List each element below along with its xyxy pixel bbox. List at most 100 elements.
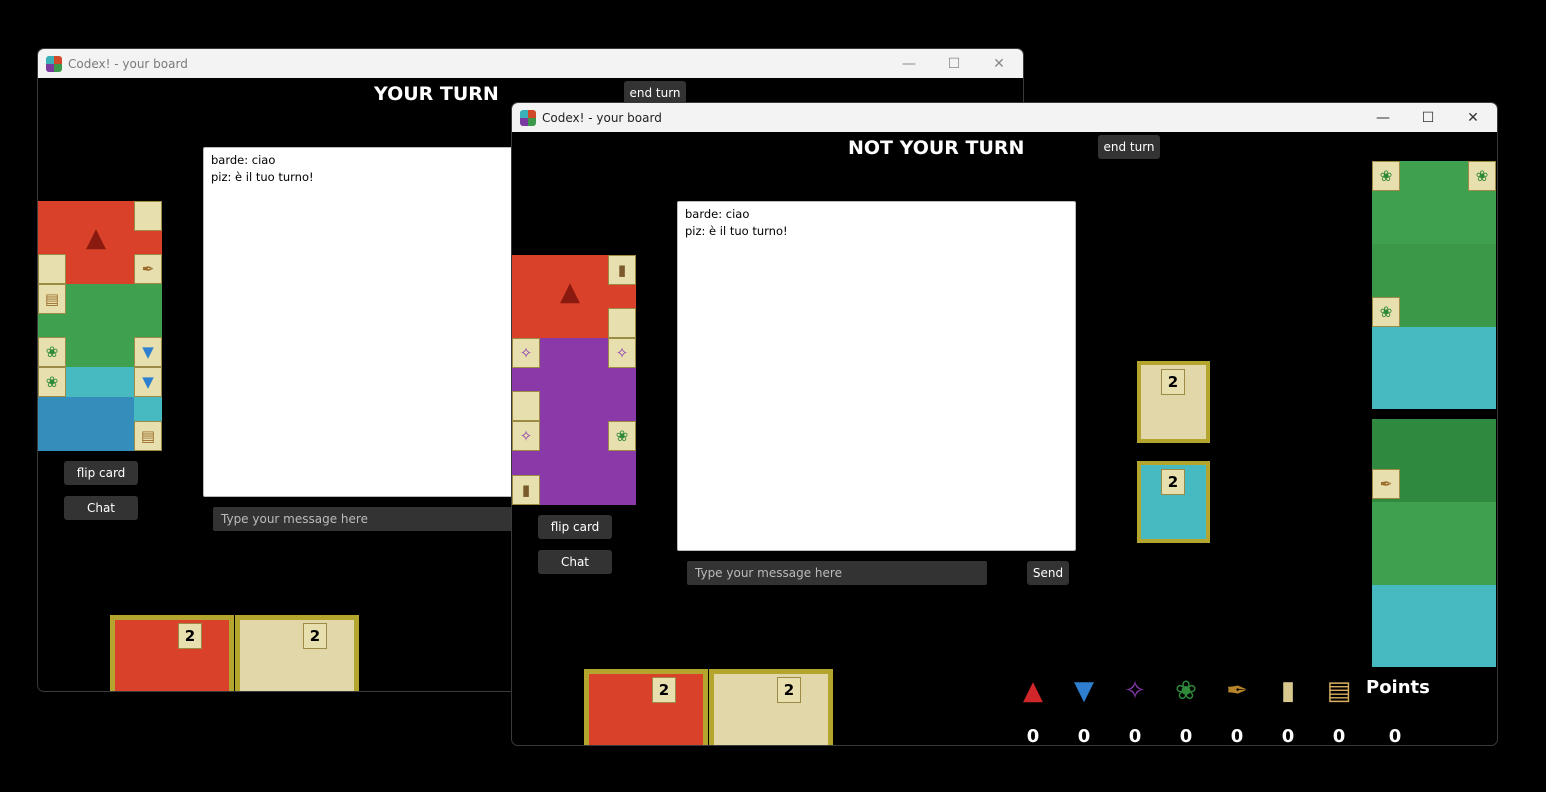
points-badge: 2 [1161,369,1185,395]
deck-card-plant [1372,502,1496,585]
wolf-icon: ▼ [134,367,162,397]
leaf-icon: ❀ [38,337,66,367]
butterfly-icon: ✧ [1124,676,1146,706]
app-icon [46,55,62,72]
inkwell-icon: ▮ [1280,676,1296,706]
points-badge: 2 [1161,469,1185,495]
card-corner [38,254,66,284]
title-bar[interactable]: Codex! - your board — ☐ ✕ [38,49,1023,78]
deck-card-animal [1372,585,1496,667]
chat-message: barde: ciao [685,207,750,221]
leaf-icon: ❀ [1372,161,1400,191]
resource-wolf: ▼ 0 [1064,676,1104,747]
chat-log: barde: ciao piz: è il tuo turno! [203,147,523,497]
maximize-icon[interactable]: ☐ [931,49,977,78]
card-art [38,397,134,451]
card-corner [134,201,162,231]
close-icon[interactable]: ✕ [1450,103,1496,132]
scroll-icon: ▤ [38,284,66,314]
quill-icon: ✒ [1226,676,1248,706]
window-title: Codex! - your board [68,56,188,71]
card-art [240,620,354,691]
window-title: Codex! - your board [542,110,662,125]
turn-label: NOT YOUR TURN [848,137,1025,159]
resource-value: 0 [1281,726,1295,747]
minimize-icon[interactable]: — [886,49,932,78]
card-art [115,620,229,691]
placed-card-insect[interactable]: ✧ ✧ [512,338,636,421]
resource-mushroom: ▲ 0 [1013,676,1053,747]
butterfly-icon: ✧ [512,338,540,368]
app-icon [520,109,536,126]
card-corner [608,308,636,338]
resource-butterfly: ✧ 0 [1115,676,1155,747]
hand-card[interactable]: 2 [709,669,833,745]
resource-value: 0 [1230,726,1244,747]
close-icon[interactable]: ✕ [976,49,1022,78]
front-window: Codex! - your board — ☐ ✕ NOT YOUR TURN … [511,102,1498,746]
placed-card-fungi[interactable]: ✒ ▲ [38,201,162,284]
placed-card-fungi[interactable]: ▮ ▲ [512,255,636,338]
resource-value: 0 [1026,726,1040,747]
deck-card-animal [1372,327,1496,409]
points-badge: 2 [178,623,202,649]
leaf-icon: ❀ [38,367,66,397]
send-button[interactable]: Send [1027,561,1069,585]
hand-card[interactable]: 2 [235,615,359,691]
card-corner [512,391,540,421]
inkwell-icon: ▮ [608,255,636,285]
chat-message: piz: è il tuo turno! [211,170,314,184]
chat-log: barde: ciao piz: è il tuo turno! [677,201,1076,551]
chat-button[interactable]: Chat [64,496,138,520]
placed-card-plant[interactable]: ▤ ❀ ▼ [38,284,162,367]
butterfly-icon: ✧ [608,338,636,368]
chat-button[interactable]: Chat [538,550,612,574]
objective-card[interactable]: 2 [1137,361,1210,443]
leaf-icon: ❀ [1468,161,1496,191]
mushroom-icon: ▲ [1023,676,1043,706]
flip-card-button[interactable]: flip card [64,461,138,485]
resource-deck[interactable]: ❀ ❀ ❀ [1372,161,1496,409]
card-art [589,674,703,745]
resource-leaf: ❀ 0 [1166,676,1206,747]
maximize-icon[interactable]: ☐ [1405,103,1451,132]
resource-inkwell: ▮ 0 [1268,676,1308,747]
mushroom-icon: ▲ [560,277,580,307]
wolf-icon: ▼ [134,337,162,367]
leaf-icon: ❀ [1372,297,1400,327]
points-badge: 2 [652,677,676,703]
chat-input[interactable]: Type your message here [213,507,513,531]
chat-input[interactable]: Type your message here [687,561,987,585]
minimize-icon[interactable]: — [1360,103,1406,132]
resource-value: 0 [1128,726,1142,747]
scroll-icon: ▤ [1326,676,1352,706]
gold-deck[interactable]: ✒ [1372,419,1496,667]
resource-value: 0 [1332,726,1346,747]
title-bar[interactable]: Codex! - your board — ☐ ✕ [512,103,1497,132]
hand-card[interactable]: 2 [110,615,234,691]
resource-value: 0 [1077,726,1091,747]
resource-quill: ✒ 0 [1217,676,1257,747]
chat-message: piz: è il tuo turno! [685,224,788,238]
points-label: Points [1366,677,1430,698]
turn-label: YOUR TURN [374,83,499,105]
chat-message: barde: ciao [211,153,276,167]
objective-card[interactable]: 2 [1137,461,1210,543]
resource-value: 0 [1179,726,1193,747]
wolf-icon: ▼ [1074,676,1094,706]
resource-scroll: ▤ 0 [1319,676,1359,747]
placed-card-insect[interactable]: ✧ ❀ ▮ [512,421,636,505]
end-turn-button[interactable]: end turn [1098,135,1160,159]
scroll-icon: ▤ [134,421,162,451]
placed-card-animal[interactable]: ❀ ▼ ▤ [38,367,162,451]
butterfly-icon: ✧ [512,421,540,451]
hand-card[interactable]: 2 [584,669,708,745]
flip-card-button[interactable]: flip card [538,515,612,539]
points-badge: 2 [303,623,327,649]
points-value: 0 [1388,726,1402,747]
quill-icon: ✒ [1372,469,1400,499]
mushroom-icon: ▲ [86,223,106,253]
inkwell-icon: ▮ [512,475,540,505]
points-badge: 2 [777,677,801,703]
leaf-icon: ❀ [608,421,636,451]
